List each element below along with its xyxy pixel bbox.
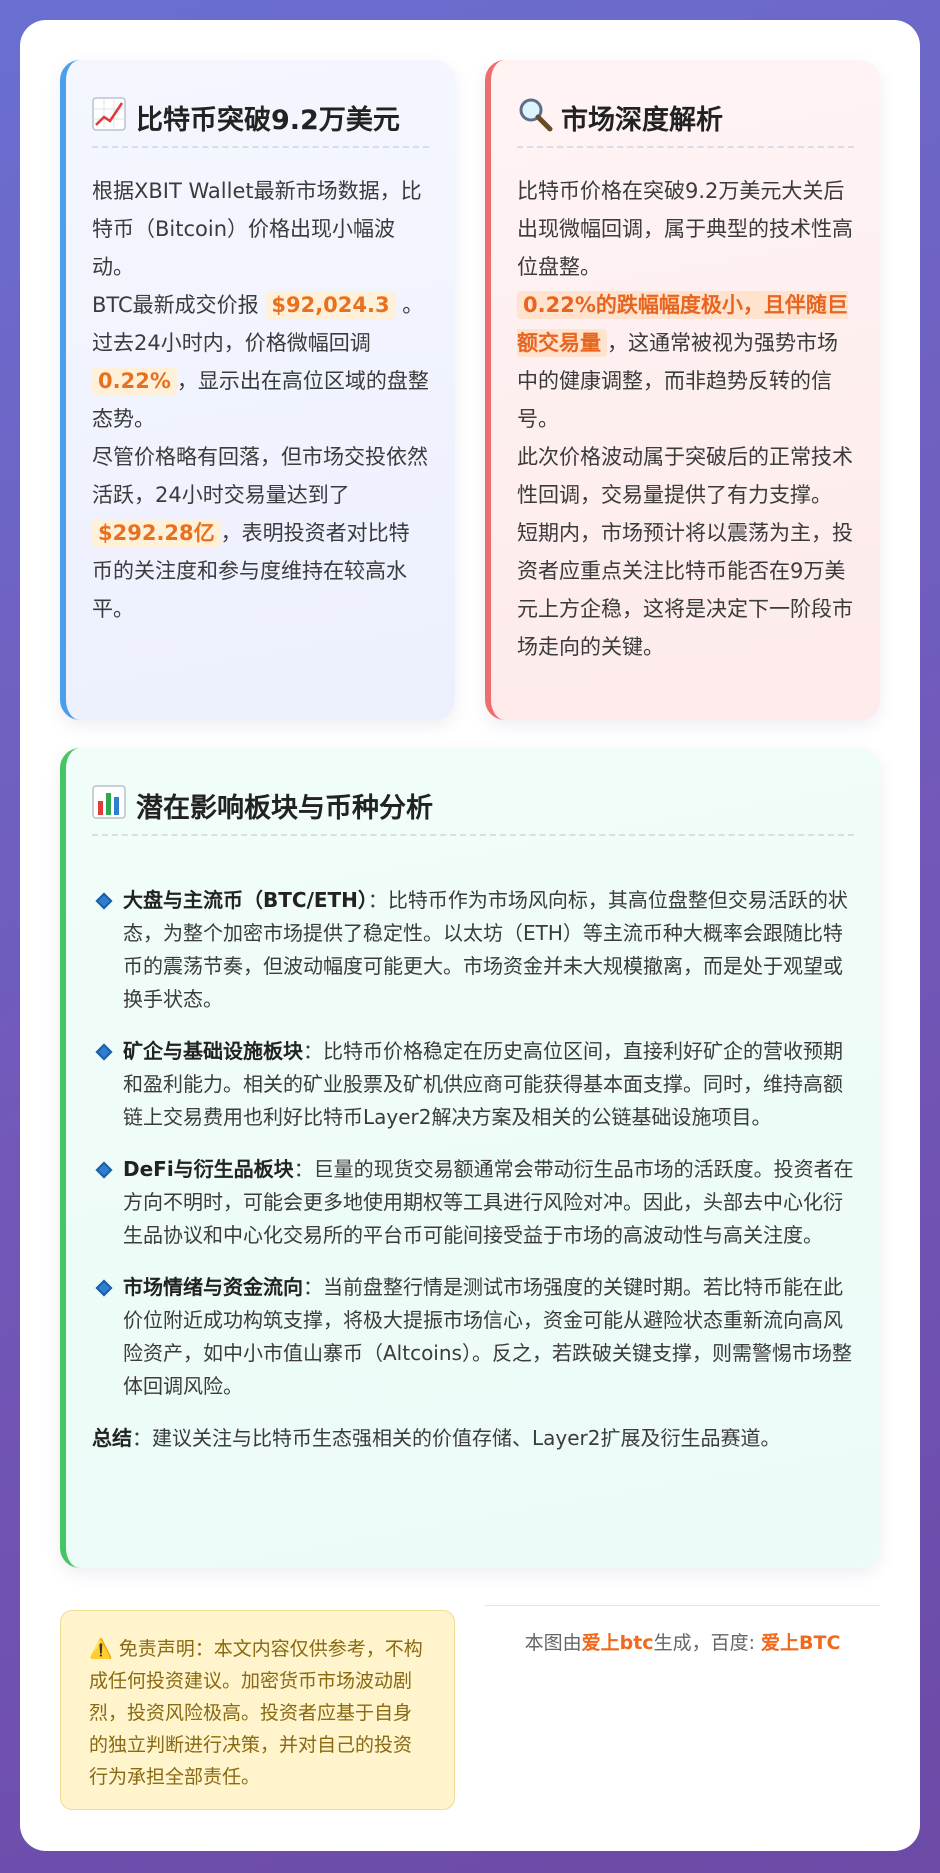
list-item: 矿企与基础设施板块：比特币价格稳定在历史高位区间，直接利好矿企的营收预期和盈利能… <box>92 1035 854 1134</box>
footer-prefix: 本图由 <box>524 1632 582 1654</box>
analysis-card-header: 市场深度解析 <box>517 88 854 148</box>
diamond-bullet-icon <box>95 892 113 910</box>
item-label: 矿企与基础设施板块 <box>123 1039 303 1063</box>
news-card: 比特币突破9.2万美元 根据XBIT Wallet最新市场数据，比特币（Bitc… <box>60 60 455 720</box>
news-card-body: 根据XBIT Wallet最新市场数据，比特币（Bitcoin）价格出现小幅波动… <box>92 172 429 628</box>
disclaimer-text: 免责声明：本文内容仅供参考，不构成任何投资建议。加密货币市场波动剧烈，投资风险极… <box>89 1638 423 1788</box>
footer-credit: 本图由爱上btc生成，百度: 爱上BTC <box>485 1605 880 1655</box>
news-card-title: 比特币突破9.2万美元 <box>136 104 400 136</box>
volume-label: 尽管价格略有回落，但市场交投依然活跃，24小时交易量达到了 <box>92 445 428 507</box>
page-canvas: 比特币突破9.2万美元 根据XBIT Wallet最新市场数据，比特币（Bitc… <box>20 20 920 1851</box>
change-value: 0.22% <box>92 367 177 395</box>
change-label: 过去24小时内，价格微幅回调 <box>92 331 371 355</box>
disclaimer-box: ⚠️ 免责声明：本文内容仅供参考，不构成任何投资建议。加密货币市场波动剧烈，投资… <box>60 1610 455 1810</box>
news-paragraph-3: 过去24小时内，价格微幅回调 0.22% ，显示出在高位区域的盘整态势。 <box>92 324 429 438</box>
summary: 总结：建议关注与比特币生态强相关的价值存储、Layer2扩展及衍生品赛道。 <box>92 1422 854 1455</box>
price-label: BTC最新成交价报 <box>92 293 259 317</box>
news-card-header: 比特币突破9.2万美元 <box>92 88 429 148</box>
magnifier-icon <box>517 96 561 138</box>
item-label: 市场情绪与资金流向 <box>123 1275 303 1299</box>
diamond-bullet-icon <box>95 1279 113 1297</box>
diamond-bullet-icon <box>95 1043 113 1061</box>
footer-brand-link[interactable]: 爱上btc <box>582 1632 654 1654</box>
list-item: DeFi与衍生品板块：巨量的现货交易额通常会带动衍生品市场的活跃度。投资者在方向… <box>92 1153 854 1252</box>
sector-card-title: 潜在影响板块与币种分析 <box>136 792 433 824</box>
warning-icon: ⚠️ <box>89 1638 113 1660</box>
volume-value: $292.28亿 <box>92 519 221 547</box>
news-paragraph-1: 根据XBIT Wallet最新市场数据，比特币（Bitcoin）价格出现小幅波动… <box>92 179 422 279</box>
item-label: 大盘与主流币（BTC/ETH） <box>123 888 368 912</box>
news-paragraph-2: BTC最新成交价报 $92,024.3 。 <box>92 286 429 324</box>
diamond-bullet-icon <box>95 1161 113 1179</box>
bar-chart-icon <box>92 785 136 825</box>
footer-baidu-link[interactable]: 爱上BTC <box>761 1632 840 1654</box>
summary-text: ：建议关注与比特币生态强相关的价值存储、Layer2扩展及衍生品赛道。 <box>132 1426 781 1450</box>
price-value: $92,024.3 <box>265 291 396 319</box>
sector-analysis-card: 潜在影响板块与币种分析 大盘与主流币（BTC/ETH）：比特币作为市场风向标，其… <box>60 748 880 1568</box>
list-item: 大盘与主流币（BTC/ETH）：比特币作为市场风向标，其高位盘整但交易活跃的状态… <box>92 884 854 1016</box>
chart-increasing-icon <box>92 97 136 137</box>
analysis-card-body: 比特币价格在突破9.2万美元大关后出现微幅回调，属于典型的技术性高位盘整。 0.… <box>517 172 854 666</box>
analysis-paragraph-2: 0.22%的跌幅幅度极小，且伴随巨额交易量 ，这通常被视为强势市场中的健康调整，而… <box>517 286 854 438</box>
item-label: DeFi与衍生品板块 <box>123 1157 294 1181</box>
analysis-paragraph-3: 此次价格波动属于突破后的正常技术性回调，交易量提供了有力支撑。 <box>517 445 853 507</box>
analysis-card-title: 市场深度解析 <box>561 104 723 136</box>
analysis-paragraph-1: 比特币价格在突破9.2万美元大关后出现微幅回调，属于典型的技术性高位盘整。 <box>517 179 853 279</box>
analysis-card: 市场深度解析 比特币价格在突破9.2万美元大关后出现微幅回调，属于典型的技术性高… <box>485 60 880 720</box>
price-suffix: 。 <box>402 293 424 317</box>
footer-middle: 生成，百度: <box>653 1632 762 1654</box>
sector-card-header: 潜在影响板块与币种分析 <box>92 776 854 836</box>
list-item: 市场情绪与资金流向：当前盘整行情是测试市场强度的关键时期。若比特币能在此价位附近… <box>92 1271 854 1403</box>
news-paragraph-4: 尽管价格略有回落，但市场交投依然活跃，24小时交易量达到了 $292.28亿 ，表… <box>92 438 429 628</box>
analysis-paragraph-4: 短期内，市场预计将以震荡为主，投资者应重点关注比特币能否在9万美元上方企稳，这将… <box>517 521 853 659</box>
sector-list: 大盘与主流币（BTC/ETH）：比特币作为市场风向标，其高位盘整但交易活跃的状态… <box>92 884 854 1455</box>
summary-label: 总结 <box>92 1426 132 1450</box>
